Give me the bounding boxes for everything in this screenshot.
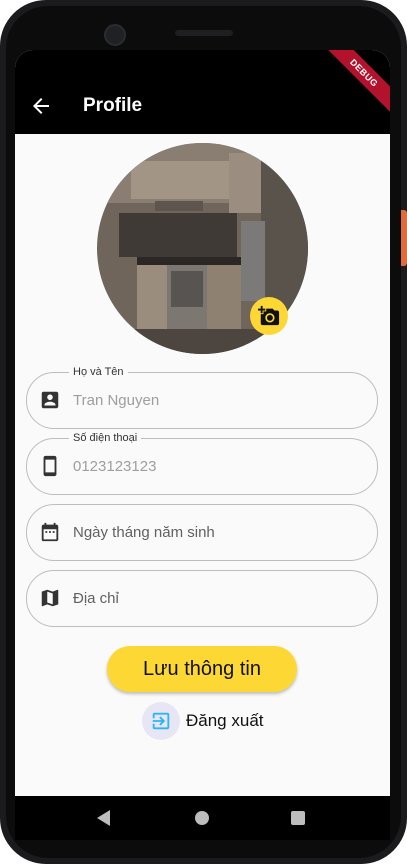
- back-arrow-icon[interactable]: [29, 94, 53, 118]
- phone-number-value: 0123123123: [73, 458, 157, 475]
- logout-label: Đăng xuất: [186, 711, 264, 730]
- full-name-value: Tran Nguyen: [73, 392, 160, 409]
- front-camera: [104, 24, 126, 46]
- save-info-button[interactable]: Lưu thông tin: [107, 646, 297, 692]
- app-screen: Profile DEBUG Họ và Tên Tran Nguyen Số đ…: [15, 50, 390, 796]
- nav-back-icon[interactable]: [97, 810, 110, 826]
- logout-icon-circle: [142, 702, 180, 740]
- birthdate-placeholder: Ngày tháng năm sinh: [73, 524, 215, 541]
- logout-button[interactable]: Đăng xuất: [142, 702, 264, 740]
- add-camera-icon: [258, 305, 280, 326]
- power-button: [401, 210, 407, 266]
- nav-home-icon[interactable]: [195, 811, 209, 825]
- contact-card-icon: [39, 389, 61, 411]
- phone-number-field[interactable]: Số điện thoại 0123123123: [26, 431, 378, 495]
- logout-icon: [152, 712, 170, 730]
- phone-frame: Profile DEBUG Họ và Tên Tran Nguyen Số đ…: [0, 0, 407, 864]
- full-name-field[interactable]: Họ và Tên Tran Nguyen: [26, 365, 378, 429]
- phone-number-label: Số điện thoại: [69, 431, 142, 445]
- map-icon: [39, 587, 61, 609]
- address-placeholder: Địa chỉ: [73, 590, 119, 607]
- page-title: Profile: [83, 95, 143, 116]
- nav-recents-icon[interactable]: [291, 811, 305, 825]
- debug-banner: DEBUG: [320, 50, 390, 117]
- address-field[interactable]: Địa chỉ: [26, 570, 378, 627]
- change-photo-button[interactable]: [250, 297, 288, 335]
- full-name-label: Họ và Tên: [69, 365, 128, 379]
- birthdate-field[interactable]: Ngày tháng năm sinh: [26, 504, 378, 561]
- earpiece-speaker: [175, 30, 233, 36]
- app-bar: Profile DEBUG: [15, 50, 390, 134]
- system-nav-bar: [15, 796, 390, 840]
- calendar-icon: [39, 521, 61, 543]
- smartphone-icon: [39, 455, 61, 477]
